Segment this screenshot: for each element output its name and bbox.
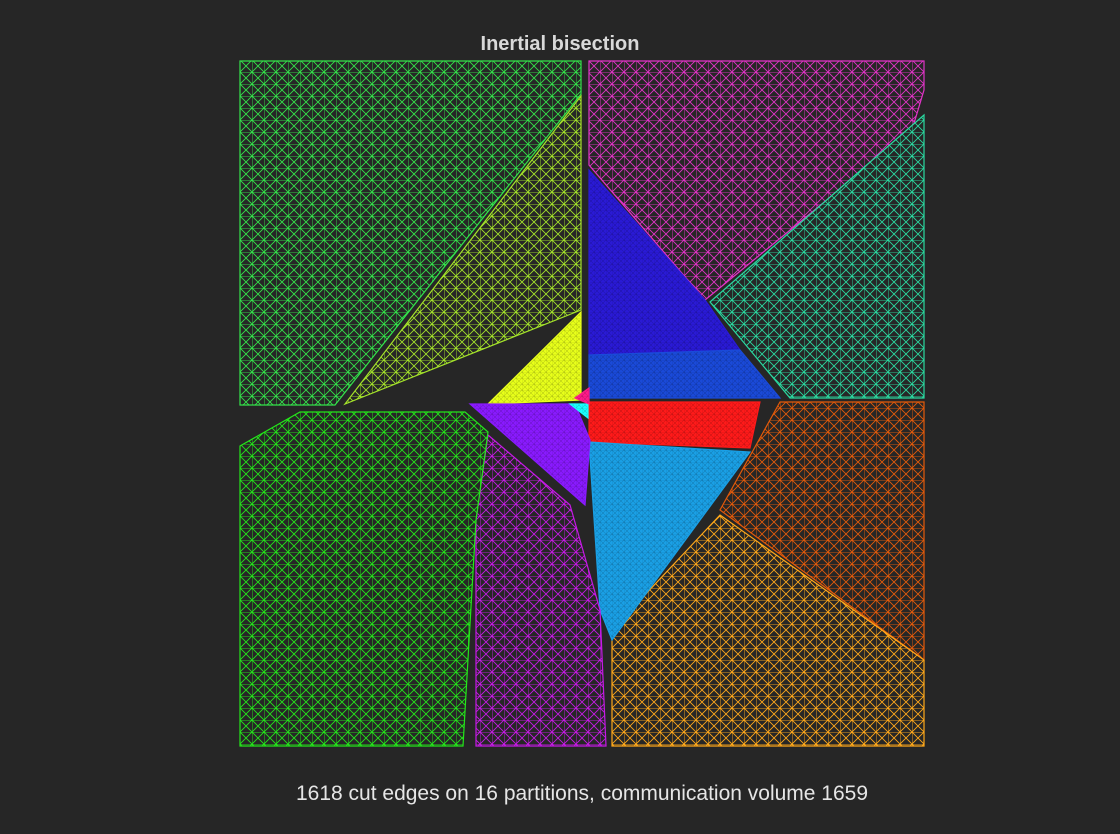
partition-region-14 [239, 411, 489, 747]
partition-mesh-plot [239, 60, 925, 747]
partition-region-8 [588, 401, 761, 449]
partition-region-7 [588, 349, 782, 399]
figure-caption: 1618 cut edges on 16 partitions, communi… [295, 782, 869, 805]
